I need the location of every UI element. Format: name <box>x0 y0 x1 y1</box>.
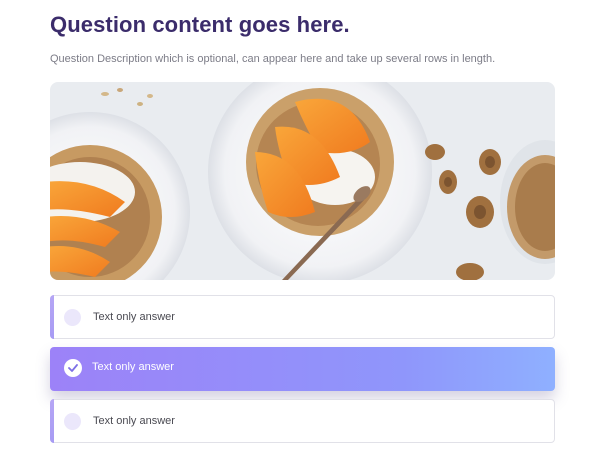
answer-option-2[interactable]: Text only answer <box>50 347 555 391</box>
radio-checked-icon[interactable] <box>64 359 82 377</box>
answer-label: Text only answer <box>93 415 175 427</box>
question-description: Question Description which is optional, … <box>50 53 496 65</box>
option-accent-bar <box>50 295 54 339</box>
radio-unselected-icon[interactable] <box>64 309 81 326</box>
question-title: Question content goes here. <box>50 12 350 37</box>
answer-option-3[interactable]: Text only answer <box>50 399 555 443</box>
answer-option-1[interactable]: Text only answer <box>50 295 555 339</box>
question-image <box>50 82 555 280</box>
answer-label: Text only answer <box>93 311 175 323</box>
checkmark-icon <box>68 364 78 372</box>
option-accent-bar <box>50 399 54 443</box>
radio-unselected-icon[interactable] <box>64 413 81 430</box>
answer-label: Text only answer <box>92 361 174 373</box>
